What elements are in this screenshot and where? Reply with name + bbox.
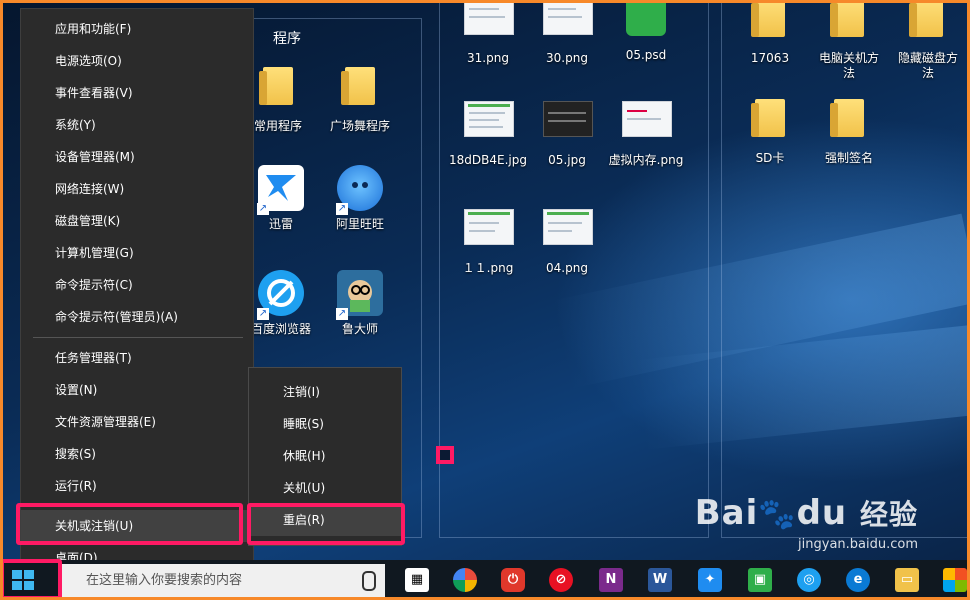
- desktop-icon-11png[interactable]: １１.png: [448, 202, 528, 276]
- image-thumbnail-icon: [464, 0, 514, 35]
- menu-item-apps-features[interactable]: 应用和功能(F): [21, 13, 253, 45]
- menu-item-system[interactable]: 系统(Y): [21, 109, 253, 141]
- desktop-icon-31png[interactable]: 31.png: [448, 0, 528, 66]
- image-thumbnail-icon: [543, 0, 593, 35]
- desktop-icon-18ddb4e-jpg[interactable]: 18dDB4E.jpg: [448, 94, 528, 168]
- xunlei-taskbar-icon[interactable]: ✦: [698, 568, 722, 592]
- edge-icon[interactable]: e: [846, 568, 870, 592]
- fence-title: 程序: [273, 31, 301, 47]
- desktop-icon-folder-hidden-disk[interactable]: 隐藏磁盘方法: [888, 0, 968, 81]
- menu-item-command-prompt-admin[interactable]: 命令提示符(管理员)(A): [21, 301, 253, 333]
- word-icon[interactable]: W: [648, 568, 672, 592]
- folder-icon: [830, 99, 864, 137]
- menu-item-task-manager[interactable]: 任务管理器(T): [21, 342, 253, 374]
- browser-icon[interactable]: [453, 568, 477, 592]
- image-thumbnail-icon: [543, 209, 593, 245]
- highlight-box-restart: [247, 503, 405, 545]
- menu-separator: [33, 337, 243, 338]
- green-app-icon[interactable]: ▣: [748, 568, 772, 592]
- folder-icon: [830, 0, 864, 37]
- desktop-icon-virtual-memory-png[interactable]: 虚拟内存.png: [606, 94, 686, 168]
- highlight-box-start-button: [0, 559, 62, 600]
- highlight-box-shutdown-signout: [16, 503, 243, 545]
- submenu-item-sign-out[interactable]: 注销(I): [249, 376, 401, 408]
- desktop-icon-30png[interactable]: 30.png: [527, 0, 607, 66]
- desktop-icon-folder-17063[interactable]: 17063: [730, 0, 810, 66]
- desktop-icon-square-dance[interactable]: 广场舞程序: [320, 62, 400, 134]
- shortcut-arrow-icon: ↗: [336, 308, 348, 320]
- menu-item-search[interactable]: 搜索(S): [21, 438, 253, 470]
- annotation-marker: [436, 446, 454, 464]
- onenote-icon[interactable]: N: [599, 568, 623, 592]
- desktop-icon-04png[interactable]: 04.png: [527, 202, 607, 276]
- desktop-icon-folder-shutdown-method[interactable]: 电脑关机方法: [809, 0, 889, 81]
- menu-item-device-manager[interactable]: 设备管理器(M): [21, 141, 253, 173]
- image-thumbnail-icon: [464, 209, 514, 245]
- desktop-icon-ludashi[interactable]: ↗ 鲁大师: [320, 270, 400, 337]
- menu-item-computer-management[interactable]: 计算机管理(G): [21, 237, 253, 269]
- block-app-icon[interactable]: ⊘: [549, 568, 573, 592]
- desktop-icon-05psd[interactable]: 05.psd: [606, 0, 686, 63]
- file-explorer-icon[interactable]: ▭: [895, 568, 919, 592]
- submenu-item-hibernate[interactable]: 休眠(H): [249, 440, 401, 472]
- menu-item-settings[interactable]: 设置(N): [21, 374, 253, 406]
- submenu-item-sleep[interactable]: 睡眠(S): [249, 408, 401, 440]
- folder-icon: [751, 0, 785, 37]
- desktop-icon-05jpg[interactable]: 05.jpg: [527, 94, 607, 168]
- menu-item-network-connections[interactable]: 网络连接(W): [21, 173, 253, 205]
- baidu-jingyan-watermark: Bai🐾du 经验 jingyan.baidu.com: [694, 493, 918, 552]
- menu-item-power-options[interactable]: 电源选项(O): [21, 45, 253, 77]
- folder-icon: [751, 99, 785, 137]
- desktop-icon-folder-force-sign[interactable]: 强制签名: [809, 94, 889, 166]
- calculator-icon[interactable]: ▦: [405, 568, 429, 592]
- paw-icon: 🐾: [758, 497, 797, 532]
- menu-item-disk-management[interactable]: 磁盘管理(K): [21, 205, 253, 237]
- submenu-item-shutdown[interactable]: 关机(U): [249, 472, 401, 504]
- desktop-icon-folder-sd-card[interactable]: SD卡: [730, 94, 810, 166]
- image-thumbnail-icon: [464, 101, 514, 137]
- shortcut-arrow-icon: ↗: [257, 203, 269, 215]
- microphone-icon[interactable]: [362, 571, 376, 591]
- menu-item-run[interactable]: 运行(R): [21, 470, 253, 502]
- taskbar-search-box[interactable]: 在这里输入你要搜索的内容: [60, 564, 385, 598]
- folder-icon: [259, 67, 293, 105]
- folder-icon: [909, 0, 943, 37]
- psd-file-icon: [626, 0, 666, 36]
- image-thumbnail-icon: [543, 101, 593, 137]
- baidu-browser-taskbar-icon[interactable]: ◎: [797, 568, 821, 592]
- store-icon[interactable]: [943, 568, 967, 592]
- winx-context-menu: 应用和功能(F) 电源选项(O) 事件查看器(V) 系统(Y) 设备管理器(M)…: [20, 8, 254, 568]
- power-app-icon[interactable]: ⏻: [501, 568, 525, 592]
- shortcut-arrow-icon: ↗: [257, 308, 269, 320]
- menu-item-event-viewer[interactable]: 事件查看器(V): [21, 77, 253, 109]
- menu-item-command-prompt[interactable]: 命令提示符(C): [21, 269, 253, 301]
- menu-item-file-explorer[interactable]: 文件资源管理器(E): [21, 406, 253, 438]
- shortcut-arrow-icon: ↗: [336, 203, 348, 215]
- folder-icon: [341, 67, 375, 105]
- desktop-icon-aliwangwang[interactable]: ↗ 阿里旺旺: [320, 165, 400, 232]
- taskbar: 在这里输入你要搜索的内容 ▦ ⏻ ⊘ N W ✦ ▣ ◎ e ▭: [0, 560, 970, 600]
- image-thumbnail-icon: [622, 101, 672, 137]
